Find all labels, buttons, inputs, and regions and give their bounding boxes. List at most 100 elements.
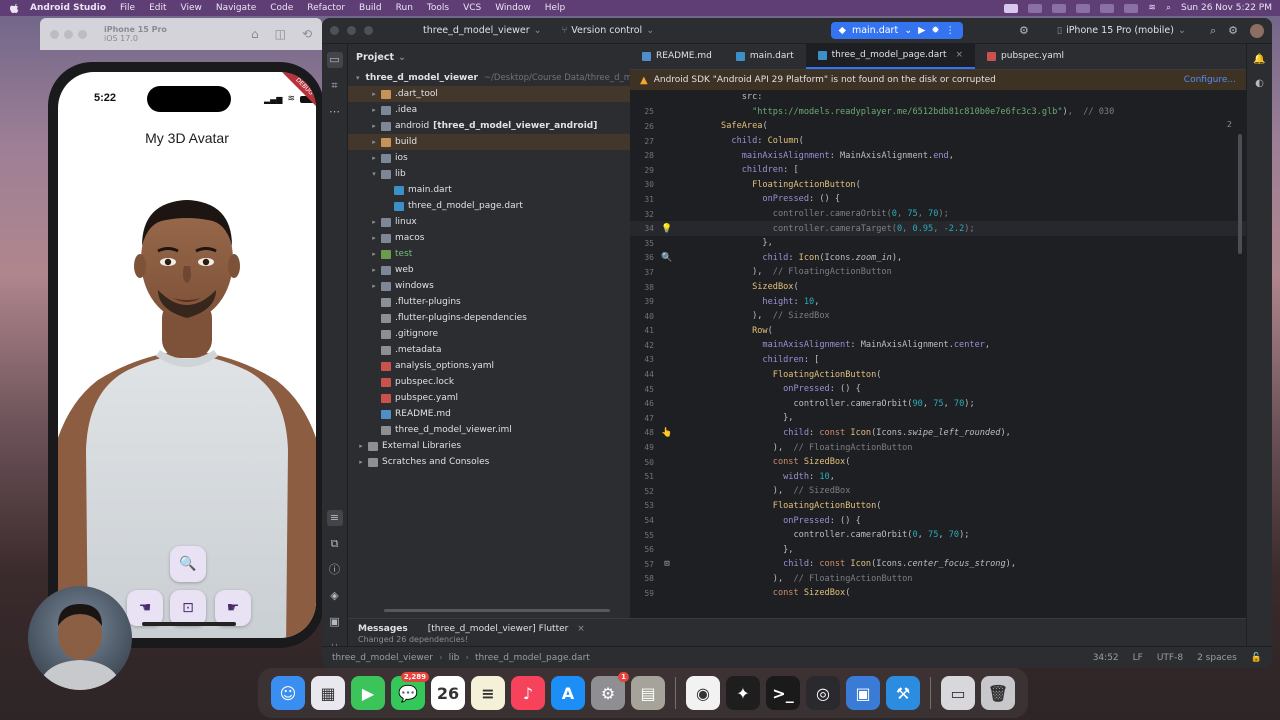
menu-vcs[interactable]: VCS: [463, 3, 481, 13]
dock-app-obs[interactable]: ◎: [806, 676, 840, 710]
dock-app-finder[interactable]: ☺: [271, 676, 305, 710]
chevron-right-icon[interactable]: ▸: [369, 250, 379, 258]
tree-item[interactable]: ▸ linux: [348, 214, 630, 230]
tree-item[interactable]: ▸ macos: [348, 230, 630, 246]
line-separator[interactable]: LF: [1133, 653, 1143, 663]
code-line[interactable]: 55 controller.cameraOrbit(0, 75, 70);: [630, 528, 1246, 543]
dock-app-screenshot[interactable]: ▭: [941, 676, 975, 710]
horizontal-scrollbar[interactable]: [384, 609, 610, 612]
chevron-right-icon[interactable]: ▸: [369, 154, 379, 162]
gutter-icon[interactable]: 🔍: [658, 253, 676, 263]
code-line[interactable]: 35 },: [630, 236, 1246, 251]
messages-tool-icon[interactable]: ≡: [326, 510, 343, 526]
tree-item[interactable]: ▸ Scratches and Consoles: [348, 454, 630, 470]
breadcrumb-folder[interactable]: lib: [449, 653, 460, 663]
zoom-button[interactable]: [78, 29, 87, 39]
vcs-menu[interactable]: ⑂ Version control ⌄: [556, 23, 661, 38]
structure-icon[interactable]: ⌗: [327, 78, 343, 94]
code-line[interactable]: 38 SizedBox(: [630, 280, 1246, 295]
status-icon[interactable]: [1100, 3, 1115, 13]
tree-item[interactable]: ▸ windows: [348, 278, 630, 294]
dock-app-simulator[interactable]: ▣: [846, 676, 880, 710]
code-line[interactable]: 30 FloatingActionButton(: [630, 178, 1246, 193]
dock-app-xcode[interactable]: ⚒: [886, 676, 920, 710]
gradle-icon[interactable]: ◐: [1253, 78, 1267, 92]
wifi-icon[interactable]: ≋: [1148, 3, 1156, 13]
clock[interactable]: Sun 26 Nov 5:22 PM: [1181, 3, 1272, 13]
dock-app-facetime[interactable]: ▶: [351, 676, 385, 710]
code-line[interactable]: 46 controller.cameraOrbit(90, 75, 70);: [630, 396, 1246, 411]
close-icon[interactable]: ×: [577, 624, 585, 634]
project-switcher[interactable]: three_d_model_viewer ⌄: [417, 23, 548, 38]
chevron-right-icon[interactable]: ▸: [369, 138, 379, 146]
search-icon[interactable]: ⌕: [1210, 24, 1216, 38]
code-line[interactable]: 26 SafeArea(: [630, 119, 1246, 134]
code-line[interactable]: 58 ), // FloatingActionButton: [630, 572, 1246, 587]
dock-app-messages[interactable]: 💬 2,289: [391, 672, 429, 710]
code-line[interactable]: 27 child: Column(: [630, 134, 1246, 149]
chevron-right-icon[interactable]: ▸: [369, 218, 379, 226]
dock-app-app-store[interactable]: A: [551, 676, 585, 710]
status-icon[interactable]: [1052, 3, 1067, 13]
more-tools-icon[interactable]: ⋯: [327, 104, 343, 120]
active-app-name[interactable]: Android Studio: [30, 3, 106, 13]
chevron-down-icon[interactable]: ▾: [369, 170, 379, 178]
close-icon[interactable]: ×: [955, 50, 963, 60]
tree-item[interactable]: main.dart: [348, 182, 630, 198]
avatar[interactable]: [1250, 23, 1264, 38]
dock-app-terminal[interactable]: >_: [766, 676, 800, 710]
code-line[interactable]: 57 ⊡ child: const Icon(Icons.center_focus…: [630, 557, 1246, 572]
editor-tab[interactable]: README.md: [630, 43, 724, 69]
code-line[interactable]: 42 mainAxisAlignment: MainAxisAlignment.…: [630, 338, 1246, 353]
menu-view[interactable]: View: [181, 3, 202, 13]
tree-item[interactable]: three_d_model_page.dart: [348, 198, 630, 214]
tree-item[interactable]: ▾ lib: [348, 166, 630, 182]
code-line[interactable]: 32 controller.cameraOrbit(0, 75, 70);: [630, 207, 1246, 222]
gutter-icon[interactable]: ⊡: [658, 559, 676, 569]
chevron-right-icon[interactable]: ▸: [369, 122, 379, 130]
gutter-icon[interactable]: 💡: [658, 224, 676, 234]
tree-item[interactable]: ▸ .idea: [348, 102, 630, 118]
code-line[interactable]: 59 const SizedBox(: [630, 586, 1246, 601]
tab-messages[interactable]: Messages: [358, 624, 408, 634]
menu-build[interactable]: Build: [359, 3, 382, 13]
editor-tab[interactable]: three_d_model_page.dart ×: [805, 43, 976, 69]
menu-file[interactable]: File: [120, 3, 135, 13]
search-icon[interactable]: ⌕: [1166, 3, 1171, 13]
tree-item[interactable]: ▸ test: [348, 246, 630, 262]
chevron-right-icon[interactable]: ▸: [369, 90, 379, 98]
dock-app-archive[interactable]: ▤: [631, 676, 665, 710]
code-line[interactable]: 28 mainAxisAlignment: MainAxisAlignment.…: [630, 148, 1246, 163]
swipe-left-button[interactable]: ☚: [127, 590, 163, 626]
tree-item[interactable]: .flutter-plugins-dependencies: [348, 310, 630, 326]
code-line[interactable]: 29 children: [: [630, 163, 1246, 178]
tree-item[interactable]: ▸ .dart_tool: [348, 86, 630, 102]
file-encoding[interactable]: UTF-8: [1157, 653, 1183, 663]
code-line[interactable]: 49 ), // FloatingActionButton: [630, 440, 1246, 455]
editor-tab[interactable]: pubspec.yaml: [975, 43, 1076, 69]
tree-item[interactable]: pubspec.yaml: [348, 390, 630, 406]
run-icon[interactable]: ▶: [918, 25, 925, 36]
code-line[interactable]: 25 "https://models.readyplayer.me/6512bd…: [630, 105, 1246, 120]
tree-item[interactable]: ▸ External Libraries: [348, 438, 630, 454]
code-line[interactable]: 56 },: [630, 542, 1246, 557]
code-line[interactable]: 51 width: 10,: [630, 469, 1246, 484]
apple-menu-icon[interactable]: [8, 3, 20, 13]
chevron-right-icon[interactable]: ▸: [369, 234, 379, 242]
chevron-right-icon[interactable]: ▸: [369, 106, 379, 114]
dock-app-figma[interactable]: ✦: [726, 676, 760, 710]
menu-window[interactable]: Window: [495, 3, 531, 13]
code-line[interactable]: 45 onPressed: () {: [630, 382, 1246, 397]
screenshot-icon[interactable]: ◫: [275, 27, 286, 41]
tree-item[interactable]: pubspec.lock: [348, 374, 630, 390]
problems-icon[interactable]: ⓘ: [327, 562, 343, 578]
dock-app-calendar[interactable]: 26: [431, 676, 465, 710]
status-icon[interactable]: [1076, 3, 1091, 13]
battery-icon[interactable]: [1124, 3, 1139, 13]
close-button[interactable]: [330, 26, 339, 35]
project-panel-header[interactable]: Project ⌄: [348, 44, 630, 70]
tab-flutter-run[interactable]: [three_d_model_viewer] Flutter ×: [428, 624, 585, 634]
zoom-button[interactable]: [364, 26, 373, 35]
rotate-icon[interactable]: ⟲: [302, 27, 312, 41]
code-line[interactable]: 47 },: [630, 411, 1246, 426]
